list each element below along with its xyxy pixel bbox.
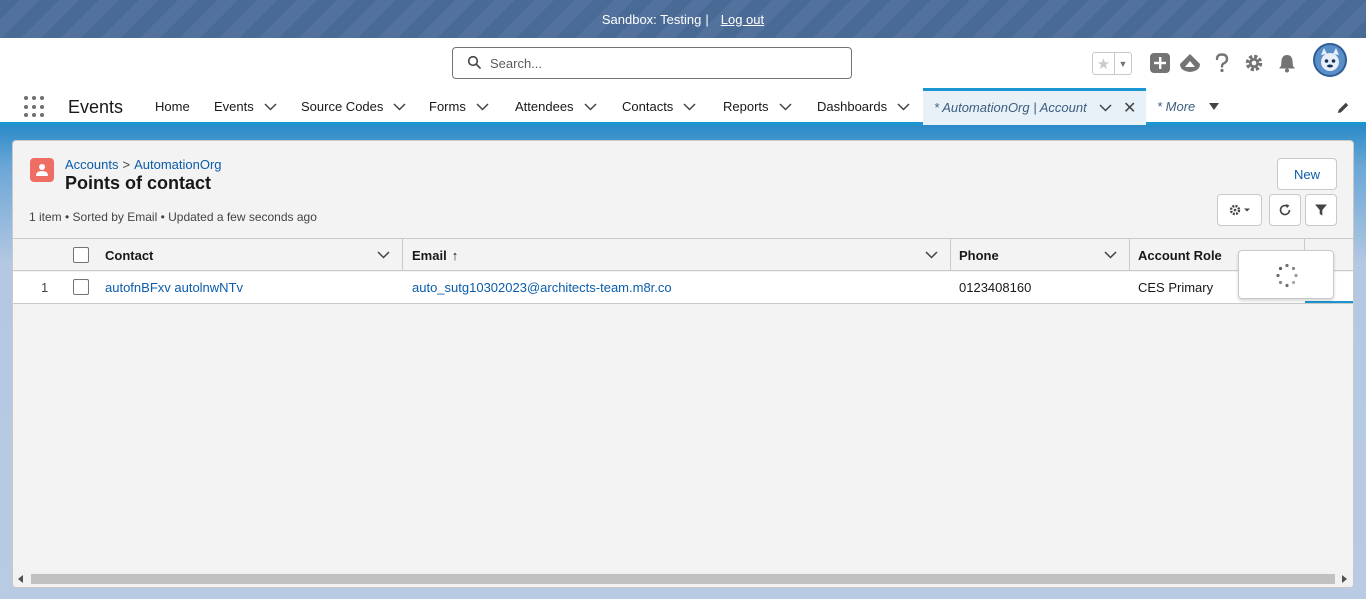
chevron-down-icon[interactable] [264, 102, 277, 111]
new-button[interactable]: New [1277, 158, 1337, 190]
contact-name-link[interactable]: autofnBFxv autolnwNTv [97, 272, 243, 303]
tab-label: * AutomationOrg | Account [934, 100, 1087, 115]
more-label: * More [1157, 99, 1196, 114]
banner-separator: | [705, 11, 709, 27]
search-icon [467, 55, 481, 72]
page-title: Points of contact [65, 173, 212, 193]
sort-ascending-icon: ↑ [451, 247, 459, 263]
phone-cell: 0123408160 [959, 280, 1032, 295]
close-tab-icon[interactable]: ✕ [1123, 98, 1136, 118]
list-settings-button[interactable] [1217, 194, 1262, 226]
breadcrumb-record-link[interactable]: AutomationOrg [134, 157, 221, 172]
column-header-label: Phone [959, 247, 999, 263]
nav-item-label: Reports [723, 99, 769, 114]
scrollbar-thumb[interactable] [31, 574, 1335, 584]
column-header-contact[interactable]: Contact [97, 239, 403, 271]
nav-item-label: Events [214, 99, 254, 114]
nav-item-label: Source Codes [301, 99, 384, 114]
trailhead-icon[interactable] [1178, 51, 1202, 75]
scroll-right-arrow-icon[interactable] [1342, 575, 1347, 583]
nav-item-label: Home [155, 99, 190, 114]
nav-item-events[interactable]: Events [214, 99, 277, 114]
horizontal-scrollbar[interactable] [13, 571, 1353, 587]
loading-spinner-icon [1276, 263, 1298, 288]
chevron-down-icon[interactable] [1099, 104, 1112, 112]
favorites-dropdown-icon[interactable]: ▼ [1115, 52, 1132, 75]
account-role-cell: CES Primary [1138, 280, 1214, 295]
row-select-checkbox[interactable] [73, 279, 89, 295]
chevron-down-icon[interactable] [476, 102, 489, 111]
sandbox-label: Sandbox: Testing [601, 11, 702, 27]
related-list-card: Accounts > AutomationOrg Points of contact… [12, 140, 1354, 588]
logout-link[interactable]: Log out [721, 12, 764, 27]
breadcrumb: Accounts > AutomationOrg [65, 157, 222, 172]
breadcrumb-separator: > [122, 157, 131, 172]
nav-item-label: Dashboards [817, 99, 888, 114]
row-number-header [13, 239, 63, 271]
column-header-email[interactable]: Email ↑ [404, 239, 951, 271]
global-search[interactable] [452, 47, 852, 79]
chevron-down-icon[interactable] [393, 102, 406, 111]
list-meta-info: 1 item • Sorted by Email • Updated a few… [29, 210, 317, 224]
nav-more-menu[interactable]: * More [1157, 99, 1220, 114]
chevron-down-icon[interactable] [377, 251, 390, 259]
app-nav-bar: Events Home Events Source Codes Forms At… [0, 88, 1366, 125]
gear-dropdown-icon [1229, 204, 1250, 216]
refresh-icon [1279, 204, 1291, 216]
edit-nav-pencil-icon[interactable] [1336, 101, 1350, 118]
app-launcher-icon[interactable] [24, 96, 46, 118]
sandbox-banner: Sandbox: Testing | Log out [0, 0, 1366, 38]
app-name: Events [68, 97, 124, 117]
table-row: 1 autofnBFxv autolnwNTv auto_sutg1030202… [13, 272, 1353, 304]
nav-item-forms[interactable]: Forms [429, 99, 489, 114]
chevron-down-icon[interactable] [1104, 251, 1117, 259]
chevron-down-icon[interactable] [779, 102, 792, 111]
search-input[interactable] [490, 55, 830, 71]
help-icon[interactable] [1210, 51, 1234, 75]
nav-item-home[interactable]: Home [155, 99, 190, 114]
user-avatar[interactable] [1313, 43, 1347, 77]
tab-automationorg-account[interactable]: * AutomationOrg | Account ✕ [923, 88, 1146, 125]
nav-item-label: Attendees [515, 99, 574, 114]
refresh-button[interactable] [1269, 194, 1301, 226]
select-all-checkbox[interactable] [73, 247, 89, 263]
nav-item-contacts[interactable]: Contacts [622, 99, 696, 114]
contact-role-object-icon [30, 158, 54, 182]
filter-icon [1315, 204, 1327, 216]
email-link[interactable]: auto_sutg10302023@architects-team.m8r.co [404, 272, 672, 303]
nav-item-reports[interactable]: Reports [723, 99, 792, 114]
nav-item-label: Contacts [622, 99, 674, 114]
row-actions-loading-popover [1238, 250, 1334, 299]
scroll-left-arrow-icon[interactable] [18, 575, 23, 583]
column-header-phone[interactable]: Phone [951, 239, 1130, 271]
global-actions-icon[interactable] [1148, 51, 1172, 75]
breadcrumb-accounts-link[interactable]: Accounts [65, 157, 118, 172]
chevron-down-icon[interactable] [897, 102, 910, 111]
column-header-label: Email [412, 247, 447, 263]
filter-button[interactable] [1305, 194, 1337, 226]
chevron-down-icon[interactable] [683, 102, 696, 111]
row-number: 1 [41, 280, 49, 295]
notifications-bell-icon[interactable] [1275, 51, 1299, 75]
caret-down-icon [1209, 103, 1220, 110]
nav-item-attendees[interactable]: Attendees [515, 99, 597, 114]
favorite-star-icon[interactable]: ★ [1092, 52, 1115, 75]
favorites-group: ★ ▼ [1092, 52, 1132, 75]
chevron-down-icon[interactable] [925, 251, 938, 259]
table-header: Contact Email ↑ Phone Account Role [13, 238, 1353, 271]
nav-item-source-codes[interactable]: Source Codes [301, 99, 406, 114]
column-header-label: Contact [105, 247, 154, 263]
global-header: ★ ▼ [0, 38, 1366, 88]
column-header-label: Account Role [1138, 247, 1222, 263]
setup-gear-icon[interactable] [1242, 51, 1266, 75]
nav-item-dashboards[interactable]: Dashboards [817, 99, 910, 114]
chevron-down-icon[interactable] [584, 102, 597, 111]
nav-item-label: Forms [429, 99, 466, 114]
